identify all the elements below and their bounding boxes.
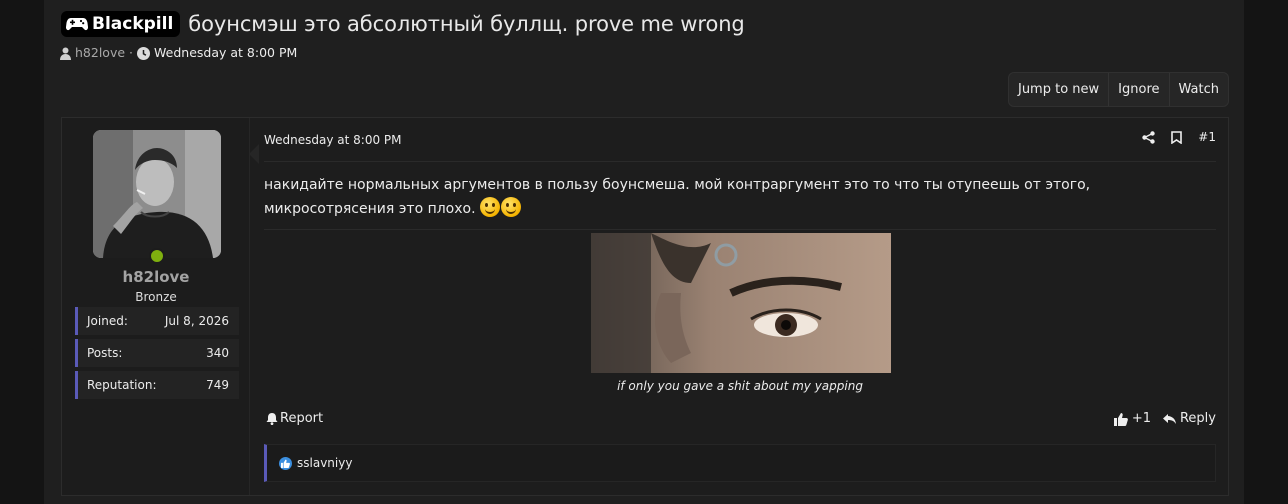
stat-value: 749 <box>206 378 229 392</box>
image-caption: if only you gave a shit about my yapping <box>617 379 863 393</box>
jump-to-new-button[interactable]: Jump to new <box>1009 73 1108 106</box>
stat-value: Jul 8, 2026 <box>164 314 229 328</box>
thread-prefix-badge[interactable]: Blackpill <box>61 11 181 37</box>
stat-label: Posts: <box>87 346 123 360</box>
message-arrow <box>249 144 259 164</box>
thread-title: боунсмэш это абсолютный буллщ. prove me … <box>188 12 745 36</box>
online-status-indicator <box>149 248 165 264</box>
like-reaction-icon <box>279 456 292 470</box>
meta-separator: · <box>129 45 134 60</box>
share-icon[interactable] <box>1142 130 1155 144</box>
smile-emoji-icon <box>501 197 522 217</box>
user-stat-reputation: Reputation: 749 <box>75 371 239 399</box>
avatar[interactable] <box>93 130 221 258</box>
post-image[interactable] <box>591 233 891 373</box>
post-body: накидайте нормальных аргументов в пользу… <box>264 174 1214 221</box>
post-number-link[interactable]: #1 <box>1198 130 1216 144</box>
report-label: Report <box>280 411 324 426</box>
gamepad-icon <box>66 16 88 32</box>
post-footer-actions: +1 Reply <box>1113 411 1216 426</box>
bell-icon <box>266 411 278 426</box>
thumbs-up-icon <box>1113 411 1128 426</box>
stat-label: Reputation: <box>87 378 157 392</box>
reacted-user-link[interactable]: sslavniyy <box>297 456 352 470</box>
like-count: +1 <box>1131 411 1151 426</box>
reactions-bar: sslavniyy <box>264 444 1216 482</box>
post-user-column: h82love Bronze Joined: Jul 8, 2026 Posts… <box>62 118 250 495</box>
post-header-actions: #1 <box>1142 130 1216 144</box>
report-button[interactable]: Report <box>266 411 323 426</box>
divider <box>264 229 1216 230</box>
ignore-button[interactable]: Ignore <box>1108 73 1168 106</box>
post-message: h82love Bronze Joined: Jul 8, 2026 Posts… <box>61 117 1229 496</box>
smile-emoji-icon <box>480 197 501 217</box>
page-container: Blackpill боунсмэш это абсолютный буллщ.… <box>44 0 1244 504</box>
reply-label: Reply <box>1179 411 1216 426</box>
message-content: Wednesday at 8:00 PM #1 накидайте нормал… <box>264 118 1216 495</box>
user-icon <box>60 45 71 60</box>
user-stat-joined: Joined: Jul 8, 2026 <box>75 307 239 335</box>
like-button[interactable]: +1 <box>1113 411 1151 426</box>
thread-date-link[interactable]: Wednesday at 8:00 PM <box>154 45 297 60</box>
stat-value: 340 <box>206 346 229 360</box>
divider <box>264 161 1216 162</box>
thread-author-link[interactable]: h82love <box>75 45 125 60</box>
post-date-link[interactable]: Wednesday at 8:00 PM <box>264 133 402 147</box>
bookmark-icon[interactable] <box>1171 130 1183 144</box>
stat-label: Joined: <box>87 314 128 328</box>
thread-meta: h82love · Wednesday at 8:00 PM <box>60 45 297 60</box>
reply-icon <box>1162 411 1176 426</box>
thread-title-row: Blackpill боунсмэш это абсолютный буллщ.… <box>61 11 745 37</box>
user-title: Bronze <box>135 290 177 304</box>
post-body-text: накидайте нормальных аргументов в пользу… <box>264 177 1091 217</box>
thread-prefix-label: Blackpill <box>92 14 174 34</box>
watch-button[interactable]: Watch <box>1168 73 1228 106</box>
post-username[interactable]: h82love <box>62 268 250 286</box>
thread-action-buttons: Jump to new Ignore Watch <box>1007 72 1229 107</box>
user-stat-posts: Posts: 340 <box>75 339 239 367</box>
clock-icon <box>137 45 151 60</box>
reply-button[interactable]: Reply <box>1162 411 1216 426</box>
